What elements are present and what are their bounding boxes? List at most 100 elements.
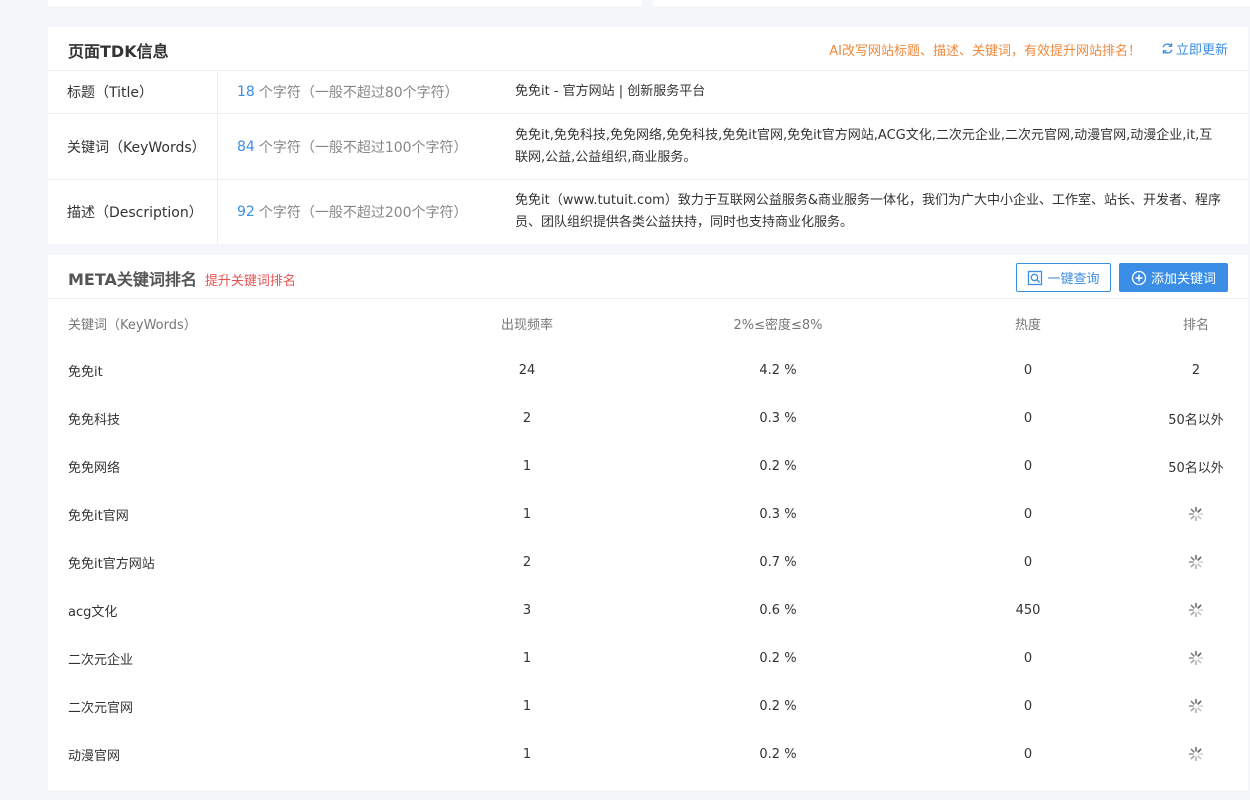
density-cell: 0.2 % [759, 746, 797, 762]
tdk-value: 免免it - 官方网站 | 创新服务平台 [515, 84, 706, 99]
rank-cell [1148, 682, 1244, 730]
heat-cell: 450 [1015, 602, 1041, 618]
refresh-label: 立即更新 [1175, 43, 1228, 58]
refresh-button[interactable]: 立即更新 [1161, 39, 1228, 58]
keyword-cell: 二次元企业 [68, 652, 134, 668]
heat-cell: 0 [1023, 410, 1033, 426]
meta-title-wrap: META关键词排名 提升关键词排名 [68, 266, 296, 290]
loading-spinner-icon [1188, 506, 1204, 522]
rank-cell: 2 [1191, 362, 1201, 378]
heat-cell: 0 [1023, 506, 1033, 522]
one-click-query-button[interactable]: 一键查询 [1016, 263, 1111, 292]
char-count-hint: 个字符（一般不超过80个字符） [258, 85, 459, 101]
keyword-cell: 动漫官网 [68, 748, 121, 764]
tdk-value: 免免it,免免科技,免免网络,免免科技,免免it官网,免免it官方网站,ACG文… [515, 127, 1213, 165]
query-button-label: 一键查询 [1047, 272, 1100, 287]
search-icon [1028, 270, 1043, 285]
keyword-cell: acg文化 [68, 604, 118, 620]
density-cell: 0.3 % [759, 410, 797, 426]
meta-title: META关键词排名 [68, 270, 197, 289]
tdk-label: 关键词（KeyWords） [48, 114, 218, 179]
tdk-count: 18 个字符（一般不超过80个字符） [237, 71, 459, 113]
frequency-cell: 2 [522, 554, 532, 570]
tdk-row-keywords: 关键词（KeyWords） 84 个字符（一般不超过100个字符） 免免it,免… [48, 114, 1248, 180]
rank-cell [1148, 586, 1244, 634]
density-cell: 0.2 % [759, 698, 797, 714]
top-card-right [653, 0, 1250, 6]
table-row: 免免it官网 1 0.3 % 0 [48, 490, 1248, 538]
rank-cell: 50名以外 [1168, 412, 1224, 428]
loading-spinner-icon [1188, 650, 1204, 666]
tdk-count: 92 个字符（一般不超过200个字符） [237, 180, 468, 244]
rank-cell [1148, 730, 1244, 778]
keyword-table: 关键词（KeyWords） 出现频率 2%≤密度≤8% 热度 排名 免免it 24… [48, 300, 1248, 778]
density-cell: 0.7 % [759, 554, 797, 570]
improve-ranking-link[interactable]: 提升关键词排名 [205, 270, 296, 289]
col-frequency: 出现频率 [500, 317, 553, 333]
table-row: 免免it 24 4.2 % 0 2 [48, 346, 1248, 394]
rank-cell [1148, 490, 1244, 538]
keyword-cell: 免免科技 [68, 412, 121, 428]
density-cell: 4.2 % [759, 362, 797, 378]
loading-spinner-icon [1188, 746, 1204, 762]
tdk-count: 84 个字符（一般不超过100个字符） [237, 114, 468, 179]
heat-cell: 0 [1023, 746, 1033, 762]
frequency-cell: 2 [522, 410, 532, 426]
density-cell: 0.2 % [759, 458, 797, 474]
frequency-cell: 1 [522, 746, 532, 762]
rank-cell [1148, 634, 1244, 682]
tdk-title: 页面TDK信息 [68, 42, 169, 61]
tdk-header: 页面TDK信息 AI改写网站标题、描述、关键词，有效提升网站排名！ 立即更新 [48, 27, 1248, 71]
tdk-row-title: 标题（Title） 18 个字符（一般不超过80个字符） 免免it - 官方网站… [48, 71, 1248, 114]
heat-cell: 0 [1023, 554, 1033, 570]
col-density: 2%≤密度≤8% [733, 317, 823, 333]
top-card-left [48, 0, 642, 6]
keyword-cell: 二次元官网 [68, 700, 134, 716]
heat-cell: 0 [1023, 362, 1033, 378]
density-cell: 0.3 % [759, 506, 797, 522]
ai-rewrite-promo-link[interactable]: AI改写网站标题、描述、关键词，有效提升网站排名！ [829, 40, 1141, 59]
frequency-cell: 1 [522, 458, 532, 474]
col-keyword: 关键词（KeyWords） [68, 317, 197, 333]
keyword-cell: 免免网络 [68, 460, 121, 476]
tdk-card: 页面TDK信息 AI改写网站标题、描述、关键词，有效提升网站排名！ 立即更新 标… [48, 27, 1248, 244]
keyword-cell: 免免it官网 [68, 508, 129, 524]
char-count-hint: 个字符（一般不超过100个字符） [258, 139, 468, 156]
meta-keyword-card: META关键词排名 提升关键词排名 一键查询 添加关键词 关键词（KeyWord… [48, 255, 1248, 790]
table-row: 动漫官网 1 0.2 % 0 [48, 730, 1248, 778]
keyword-cell: 免免it [68, 364, 103, 380]
col-rank: 排名 [1182, 317, 1209, 333]
char-count: 84 [237, 138, 255, 155]
table-body: 免免it 24 4.2 % 0 2 免免科技 2 0.3 % 0 50名以外 免免网络 1 0.2 % 0… [48, 346, 1248, 778]
tdk-label: 标题（Title） [48, 71, 218, 113]
table-row: 免免it官方网站 2 0.7 % 0 [48, 538, 1248, 586]
table-row: 二次元官网 1 0.2 % 0 [48, 682, 1248, 730]
tdk-label: 描述（Description） [48, 180, 218, 244]
meta-header: META关键词排名 提升关键词排名 一键查询 添加关键词 [48, 255, 1248, 299]
heat-cell: 0 [1023, 650, 1033, 666]
tdk-value: 免免it（www.tutuit.com）致力于互联网公益服务&商业服务一体化，我… [515, 193, 1221, 230]
table-row: 免免科技 2 0.3 % 0 50名以外 [48, 394, 1248, 442]
rank-cell [1148, 538, 1244, 586]
table-row: 免免网络 1 0.2 % 0 50名以外 [48, 442, 1248, 490]
frequency-cell: 3 [522, 602, 532, 618]
tdk-row-description: 描述（Description） 92 个字符（一般不超过200个字符） 免免it… [48, 180, 1248, 244]
col-heat: 热度 [1014, 317, 1041, 333]
loading-spinner-icon [1188, 698, 1204, 714]
density-cell: 0.2 % [759, 650, 797, 666]
rank-cell: 50名以外 [1168, 460, 1224, 476]
refresh-icon [1162, 43, 1173, 54]
frequency-cell: 1 [522, 698, 532, 714]
add-keyword-button[interactable]: 添加关键词 [1119, 263, 1228, 292]
table-row: acg文化 3 0.6 % 450 [48, 586, 1248, 634]
frequency-cell: 1 [522, 650, 532, 666]
add-button-label: 添加关键词 [1150, 272, 1216, 287]
plus-circle-icon [1131, 270, 1147, 285]
table-row: 二次元企业 1 0.2 % 0 [48, 634, 1248, 682]
char-count-hint: 个字符（一般不超过200个字符） [258, 205, 468, 221]
char-count: 92 [237, 204, 255, 220]
heat-cell: 0 [1023, 698, 1033, 714]
frequency-cell: 24 [518, 362, 536, 378]
loading-spinner-icon [1188, 602, 1204, 618]
frequency-cell: 1 [522, 506, 532, 522]
